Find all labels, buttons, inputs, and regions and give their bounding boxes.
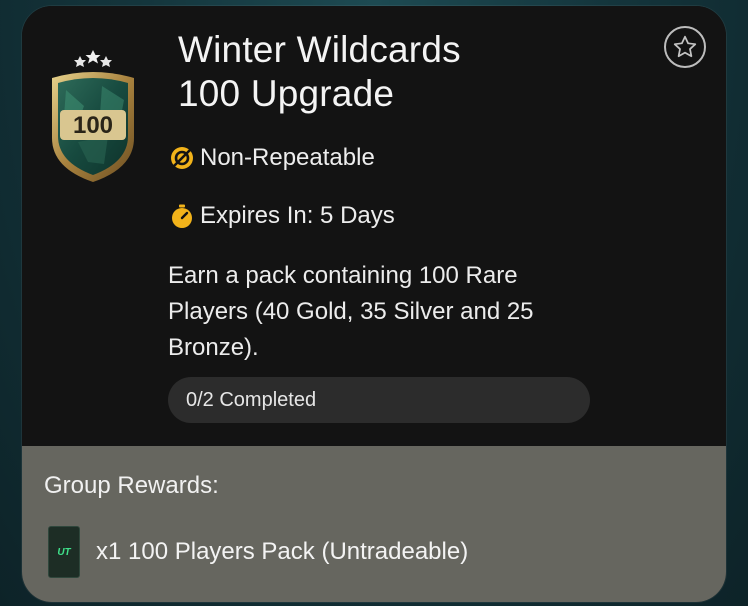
favorite-button[interactable] [664,26,706,68]
repeatability-label: Non-Repeatable [200,144,375,171]
objective-title: Winter Wildcards 100 Upgrade [178,28,648,116]
badge-icon: 100 [52,50,134,182]
reward-item[interactable]: UT x1 100 Players Pack (Untradeable) [48,526,468,578]
title-line-1: Winter Wildcards [178,29,461,70]
stopwatch-icon [172,204,192,228]
rewards-section [22,446,726,602]
star-icon [673,35,697,58]
progress-label: 0/2 Completed [186,389,317,411]
title-line-2: 100 Upgrade [178,73,395,114]
pack-icon: UT [48,526,80,578]
reward-text: x1 100 Players Pack (Untradeable) [96,538,469,565]
objective-card: 100 Winter Wildcards 100 Upgrade Non-Rep… [22,6,726,602]
progress-bar: 0/2 Completed [168,377,590,423]
non-repeatable-icon [171,147,193,169]
objective-header: 100 Winter Wildcards 100 Upgrade Non-Rep… [22,6,726,446]
rewards-heading: Group Rewards: [44,472,219,499]
repeatability-row: Non-Repeatable [170,144,375,172]
objective-description: Earn a pack containing 100 Rare Players … [168,262,534,361]
badge-value: 100 [73,112,113,139]
pack-icon-label: UT [57,546,71,558]
expiry-label: Expires In: 5 Days [200,202,395,229]
expiry-row: Expires In: 5 Days [170,202,395,230]
